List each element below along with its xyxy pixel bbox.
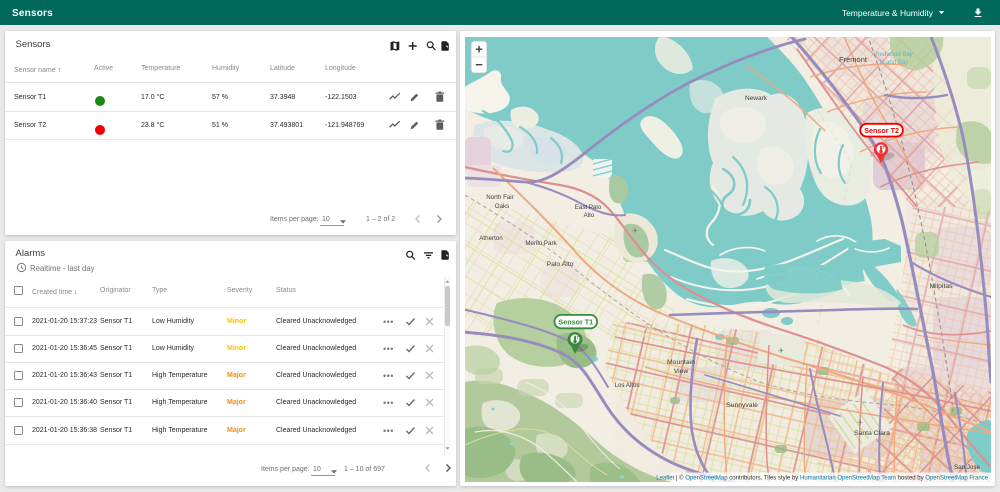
svg-text:Sunnyvale: Sunnyvale [726,402,758,409]
svg-text:Los Altos: Los Altos [614,382,639,389]
svg-text:Sensor T1: Sensor T1 [558,317,593,326]
svg-text:Fremont: Fremont [839,55,868,64]
svg-text:Milpitas: Milpitas [929,283,953,290]
svg-text:North Fair: North Fair [486,194,514,201]
svg-text:Sensor T2: Sensor T2 [864,126,899,135]
svg-text:+: + [475,42,483,57]
svg-text:San Jose: San Jose [954,464,980,471]
svg-text:Alto: Alto [584,212,595,219]
svg-text:Redwood Bay: Redwood Bay [875,52,912,58]
svg-text:Leaflet | © OpenStreetMap cont: Leaflet | © OpenStreetMap contributors, … [656,475,988,482]
svg-text:✈: ✈ [857,420,863,427]
svg-text:Menlo Park: Menlo Park [525,240,557,247]
svg-text:Mountain: Mountain [667,359,695,366]
svg-text:Palo Alto: Palo Alto [547,261,574,268]
svg-text:Atherton: Atherton [479,235,503,242]
svg-text:✈: ✈ [778,348,784,355]
svg-text:Oaks: Oaks [495,203,509,210]
svg-text:−: − [475,57,483,72]
svg-text:View: View [674,368,689,375]
svg-text:✈: ✈ [632,228,638,235]
svg-text:East Palo: East Palo [575,204,602,211]
svg-text:Santa Clara: Santa Clara [854,430,890,437]
svg-text:Newark: Newark [745,95,768,102]
svg-text:Is and Bay: Is and Bay [880,60,908,66]
